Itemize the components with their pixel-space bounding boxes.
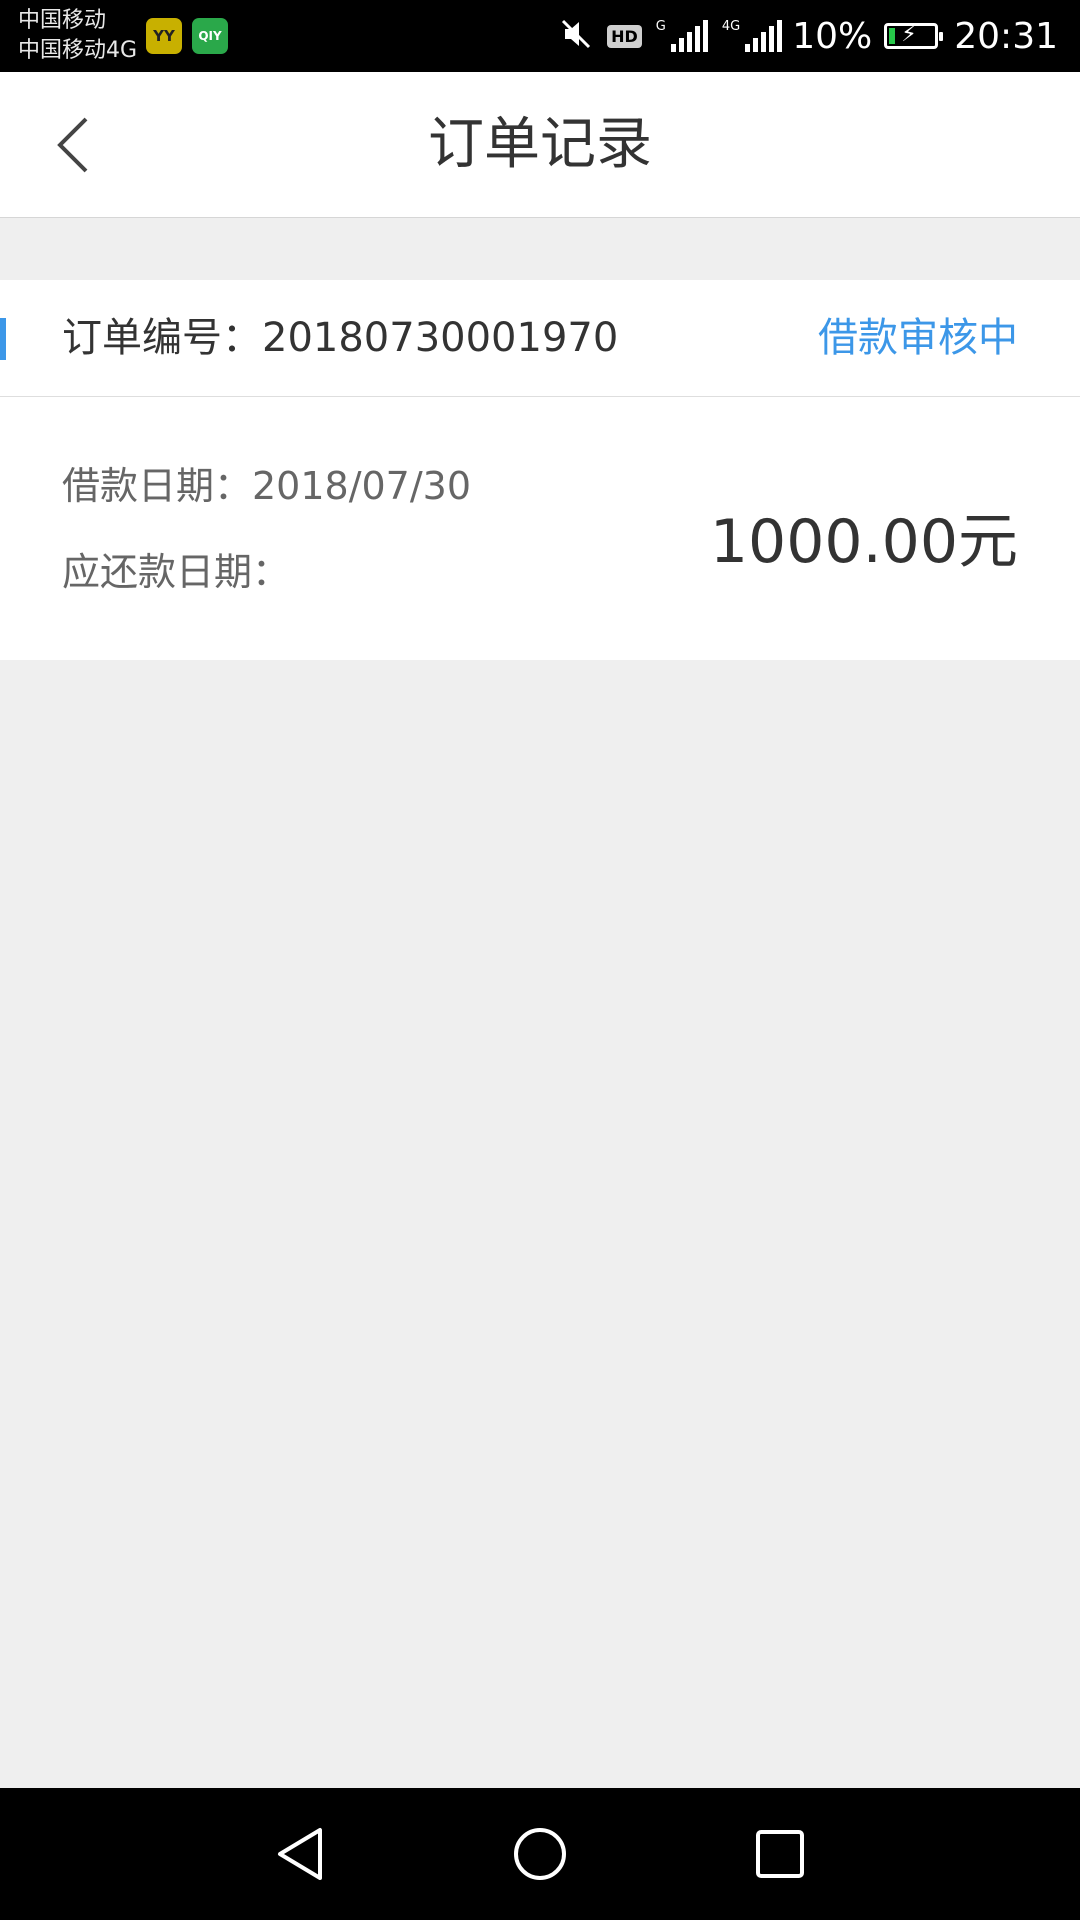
screen: 中国移动 中国移动4G YY QIY HD G 4G 10% ⚡ 20:31 订… [0, 0, 1080, 1920]
square-recent-icon [756, 1830, 804, 1878]
status-icons: HD G 4G 10% ⚡ 20:31 [545, 0, 1058, 72]
order-body: 借款日期：2018/07/30 应还款日期： 1000.00元 [0, 397, 1080, 661]
status-bar: 中国移动 中国移动4G YY QIY HD G 4G 10% ⚡ 20:31 [0, 0, 1080, 72]
hd-icon: HD [607, 24, 642, 48]
navigation-bar: 订单记录 [0, 72, 1080, 218]
triangle-back-icon [278, 1828, 322, 1880]
order-card[interactable]: 订单编号：20180730001970 借款审核中 借款日期：2018/07/3… [0, 280, 1080, 660]
order-number: 订单编号：20180730001970 [62, 315, 619, 361]
system-recent-button[interactable] [744, 1818, 816, 1890]
loan-date: 借款日期：2018/07/30 [62, 464, 472, 508]
network-4g-label: 4G [721, 19, 741, 34]
system-back-button[interactable] [264, 1818, 336, 1890]
accent-bar [0, 318, 6, 360]
carrier-info: 中国移动 中国移动4G [18, 6, 137, 66]
loan-amount: 1000.00元 [709, 507, 1018, 577]
page-title: 订单记录 [428, 112, 652, 177]
system-home-button[interactable] [504, 1818, 576, 1890]
system-navigation-bar [0, 1788, 1080, 1920]
order-status: 借款审核中 [818, 315, 1018, 361]
mute-icon [559, 17, 593, 55]
signal-icon [742, 20, 783, 52]
clock: 20:31 [954, 15, 1058, 57]
repay-date: 应还款日期： [62, 550, 291, 594]
battery-percent: 10% [792, 15, 873, 57]
battery-charging-icon: ⚡ [884, 22, 944, 49]
carrier-1: 中国移动 [18, 8, 107, 33]
iqiyi-app-icon: QIY [192, 18, 228, 54]
network-g-label: G [655, 19, 666, 34]
order-header: 订单编号：20180730001970 借款审核中 [0, 280, 1080, 397]
signal-icon [668, 20, 708, 52]
yy-app-icon: YY [146, 18, 182, 54]
carrier-2: 中国移动4G [18, 38, 138, 63]
circle-home-icon [514, 1828, 566, 1880]
